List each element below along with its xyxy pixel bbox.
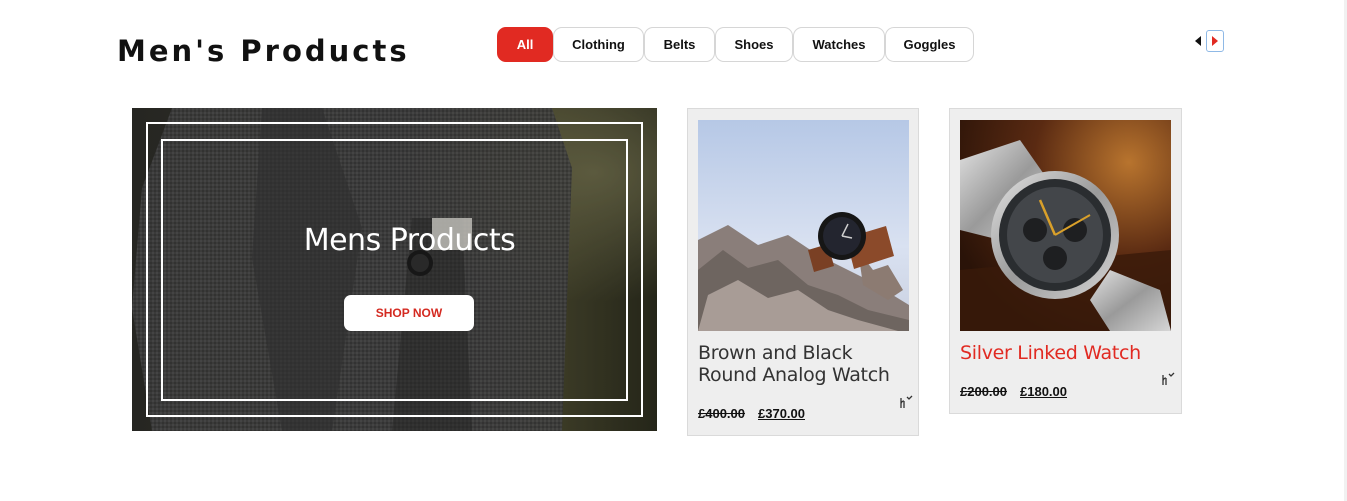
triangle-right-icon: [1212, 36, 1218, 46]
carousel-nav: [1192, 30, 1224, 52]
filter-belts-button[interactable]: Belts: [644, 27, 715, 62]
banner-title: Mens Products: [303, 223, 516, 258]
product-name[interactable]: Silver Linked Watch: [960, 342, 1175, 364]
new-price: £180.00: [1020, 384, 1067, 399]
old-price: £400.00: [698, 406, 745, 421]
product-image[interactable]: [698, 120, 909, 331]
product-name[interactable]: Brown and Black Round Analog Watch: [698, 342, 913, 386]
filter-watches-button[interactable]: Watches: [793, 27, 885, 62]
category-filter-bar: All Clothing Belts Shoes Watches Goggles: [497, 27, 974, 62]
banner-frame-inner: [161, 139, 628, 401]
price-row: £200.00 £180.00: [960, 384, 1067, 399]
promo-banner: Mens Products SHOP NOW: [132, 108, 657, 431]
compare-icon[interactable]: [1161, 372, 1175, 388]
new-price: £370.00: [758, 406, 805, 421]
compare-icon[interactable]: [899, 395, 913, 411]
product-image[interactable]: [960, 120, 1171, 331]
filter-shoes-button[interactable]: Shoes: [715, 27, 793, 62]
price-row: £400.00 £370.00: [698, 406, 805, 421]
carousel-prev-button[interactable]: [1192, 30, 1204, 52]
section-title: Men's Products: [117, 34, 410, 68]
filter-goggles-button[interactable]: Goggles: [885, 27, 974, 62]
product-card[interactable]: Silver Linked Watch £200.00 £180.00: [949, 108, 1182, 414]
carousel-next-button[interactable]: [1206, 30, 1224, 52]
filter-all-button[interactable]: All: [497, 27, 553, 62]
triangle-left-icon: [1195, 36, 1201, 46]
filter-clothing-button[interactable]: Clothing: [553, 27, 644, 62]
shop-now-button[interactable]: SHOP NOW: [344, 295, 474, 331]
old-price: £200.00: [960, 384, 1007, 399]
product-card[interactable]: Brown and Black Round Analog Watch £400.…: [687, 108, 919, 436]
